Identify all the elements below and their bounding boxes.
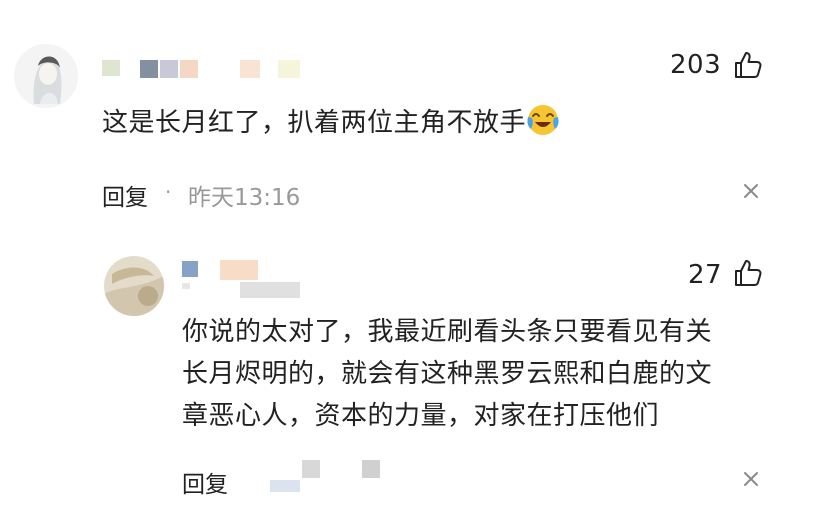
reply-button[interactable]: 回复	[102, 178, 148, 212]
reply-like-count: 27	[688, 260, 723, 290]
separator-dot: ·	[165, 180, 172, 204]
comment-text: 这是长月红了，扒着两位主角不放手	[102, 102, 560, 144]
like-count: 203	[670, 50, 722, 80]
comment-text-body: 这是长月红了，扒着两位主角不放手	[102, 108, 527, 138]
reply-text: 你说的太对了，我最近刷看头条只要看见有关 长月烬明的，就会有这种黑罗云熙和白鹿的…	[182, 311, 712, 437]
reply-close-icon[interactable]	[742, 470, 760, 488]
reply-thumbs-up-icon[interactable]	[733, 258, 763, 288]
thumbs-up-icon[interactable]	[733, 50, 763, 80]
crying-laughing-emoji-icon	[526, 103, 560, 137]
close-icon[interactable]	[742, 182, 760, 200]
comment-time: 昨天13:16	[188, 185, 301, 211]
reply-reply-button[interactable]: 回复	[182, 465, 228, 499]
reply-text-line: 你说的太对了，我最近刷看头条只要看见有关	[182, 317, 713, 347]
reply-text-line: 长月烬明的，就会有这种黑罗云熙和白鹿的文	[182, 359, 713, 389]
reply-text-line: 章恶心人，资本的力量，对家在打压他们	[182, 401, 660, 431]
reply-avatar[interactable]	[104, 256, 164, 316]
avatar[interactable]	[14, 44, 78, 108]
